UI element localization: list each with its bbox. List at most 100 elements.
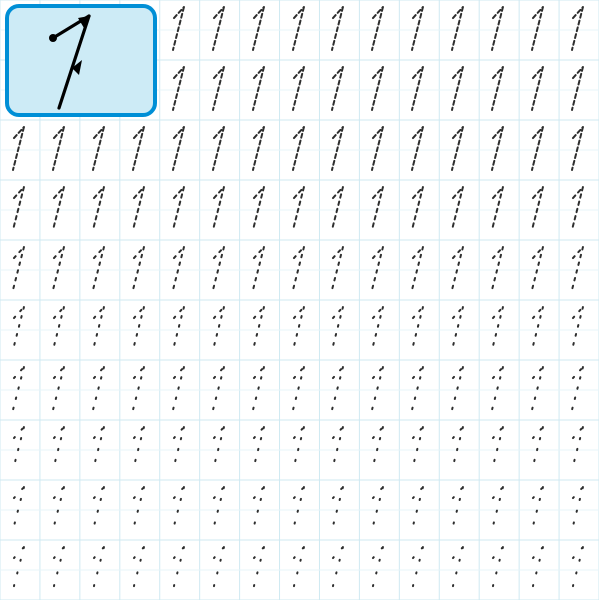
tracing-cell[interactable] (559, 120, 599, 180)
tracing-cell[interactable] (359, 120, 399, 180)
tracing-cell[interactable] (240, 540, 280, 600)
tracing-cell[interactable] (359, 0, 399, 60)
tracing-cell[interactable] (0, 360, 40, 420)
tracing-cell[interactable] (359, 360, 399, 420)
tracing-cell[interactable] (359, 180, 399, 240)
tracing-cell[interactable] (160, 120, 200, 180)
tracing-cell[interactable] (280, 120, 320, 180)
tracing-cell[interactable] (519, 240, 559, 300)
tracing-cell[interactable] (479, 300, 519, 360)
tracing-cell[interactable] (160, 0, 200, 60)
tracing-cell[interactable] (120, 120, 160, 180)
tracing-cell[interactable] (519, 540, 559, 600)
tracing-cell[interactable] (240, 240, 280, 300)
tracing-cell[interactable] (479, 240, 519, 300)
tracing-cell[interactable] (519, 180, 559, 240)
tracing-cell[interactable] (80, 360, 120, 420)
tracing-cell[interactable] (519, 0, 559, 60)
tracing-cell[interactable] (439, 180, 479, 240)
tracing-cell[interactable] (319, 300, 359, 360)
tracing-cell[interactable] (559, 360, 599, 420)
tracing-cell[interactable] (399, 420, 439, 480)
tracing-cell[interactable] (319, 60, 359, 120)
tracing-cell[interactable] (280, 300, 320, 360)
tracing-cell[interactable] (479, 480, 519, 540)
tracing-cell[interactable] (40, 540, 80, 600)
tracing-cell[interactable] (519, 360, 559, 420)
tracing-cell[interactable] (479, 180, 519, 240)
tracing-cell[interactable] (240, 360, 280, 420)
tracing-cell[interactable] (40, 480, 80, 540)
tracing-cell[interactable] (280, 360, 320, 420)
tracing-cell[interactable] (399, 60, 439, 120)
tracing-cell[interactable] (120, 480, 160, 540)
tracing-cell[interactable] (160, 180, 200, 240)
tracing-cell[interactable] (160, 480, 200, 540)
tracing-cell[interactable] (160, 540, 200, 600)
tracing-cell[interactable] (280, 180, 320, 240)
tracing-cell[interactable] (280, 240, 320, 300)
tracing-cell[interactable] (240, 0, 280, 60)
tracing-cell[interactable] (479, 360, 519, 420)
tracing-cell[interactable] (80, 240, 120, 300)
tracing-cell[interactable] (519, 60, 559, 120)
tracing-cell[interactable] (319, 540, 359, 600)
tracing-cell[interactable] (40, 420, 80, 480)
tracing-cell[interactable] (479, 540, 519, 600)
tracing-cell[interactable] (479, 420, 519, 480)
tracing-cell[interactable] (559, 60, 599, 120)
tracing-cell[interactable] (439, 480, 479, 540)
tracing-cell[interactable] (80, 420, 120, 480)
tracing-cell[interactable] (439, 540, 479, 600)
tracing-cell[interactable] (0, 300, 40, 360)
tracing-cell[interactable] (40, 120, 80, 180)
tracing-cell[interactable] (399, 120, 439, 180)
tracing-cell[interactable] (240, 300, 280, 360)
tracing-cell[interactable] (0, 420, 40, 480)
tracing-cell[interactable] (200, 420, 240, 480)
tracing-cell[interactable] (40, 180, 80, 240)
tracing-cell[interactable] (280, 420, 320, 480)
tracing-cell[interactable] (240, 60, 280, 120)
tracing-cell[interactable] (240, 420, 280, 480)
tracing-cell[interactable] (399, 540, 439, 600)
tracing-cell[interactable] (359, 540, 399, 600)
tracing-cell[interactable] (319, 420, 359, 480)
tracing-cell[interactable] (399, 240, 439, 300)
tracing-cell[interactable] (200, 540, 240, 600)
tracing-cell[interactable] (439, 120, 479, 180)
tracing-cell[interactable] (519, 480, 559, 540)
tracing-cell[interactable] (519, 300, 559, 360)
tracing-cell[interactable] (200, 180, 240, 240)
tracing-cell[interactable] (120, 300, 160, 360)
tracing-cell[interactable] (200, 0, 240, 60)
tracing-cell[interactable] (0, 180, 40, 240)
tracing-cell[interactable] (359, 240, 399, 300)
tracing-cell[interactable] (280, 60, 320, 120)
tracing-cell[interactable] (0, 120, 40, 180)
tracing-cell[interactable] (0, 540, 40, 600)
tracing-cell[interactable] (319, 120, 359, 180)
tracing-cell[interactable] (80, 180, 120, 240)
tracing-cell[interactable] (359, 420, 399, 480)
tracing-cell[interactable] (240, 480, 280, 540)
tracing-cell[interactable] (200, 240, 240, 300)
tracing-cell[interactable] (120, 180, 160, 240)
tracing-cell[interactable] (559, 180, 599, 240)
tracing-cell[interactable] (200, 300, 240, 360)
tracing-cell[interactable] (240, 180, 280, 240)
tracing-cell[interactable] (479, 120, 519, 180)
tracing-cell[interactable] (0, 240, 40, 300)
tracing-cell[interactable] (559, 540, 599, 600)
tracing-cell[interactable] (80, 300, 120, 360)
tracing-cell[interactable] (40, 300, 80, 360)
tracing-cell[interactable] (559, 480, 599, 540)
tracing-cell[interactable] (439, 420, 479, 480)
tracing-cell[interactable] (240, 120, 280, 180)
tracing-cell[interactable] (120, 540, 160, 600)
tracing-cell[interactable] (319, 240, 359, 300)
tracing-cell[interactable] (559, 0, 599, 60)
tracing-cell[interactable] (399, 180, 439, 240)
tracing-cell[interactable] (399, 480, 439, 540)
tracing-cell[interactable] (519, 420, 559, 480)
